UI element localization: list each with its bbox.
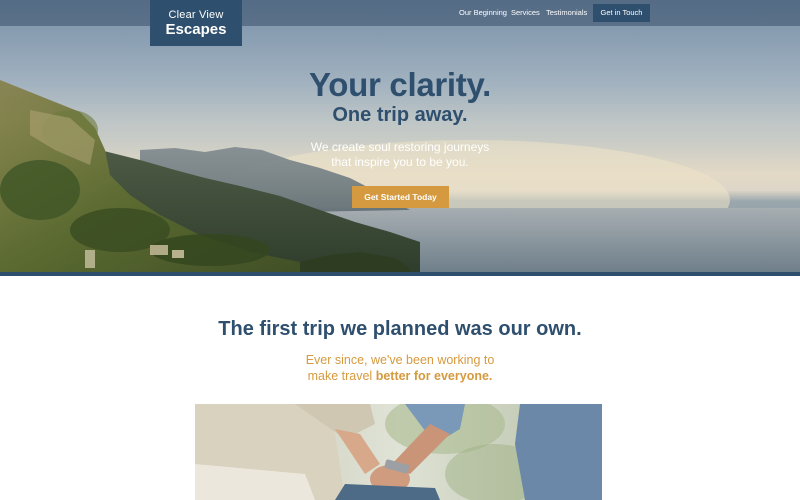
about-subtitle-line2-bold: better for everyone. xyxy=(375,369,493,383)
hero-tagline: We create soul restoring journeys that i… xyxy=(300,140,500,170)
hero-tagline-line2: that inspire you to be you. xyxy=(331,155,469,169)
nav-link-testimonials[interactable]: Testimonials xyxy=(546,8,587,17)
hero-tagline-line1: We create soul restoring journeys xyxy=(310,140,490,154)
nav-link-services[interactable]: Services xyxy=(511,8,540,17)
brand-logo[interactable]: Clear View Escapes xyxy=(150,0,242,46)
nav-link-our-beginning[interactable]: Our Beginning xyxy=(459,8,507,17)
hero-section: Clear View Escapes Our Beginning Service… xyxy=(0,0,800,272)
get-started-button[interactable]: Get Started Today xyxy=(352,186,449,208)
couple-photo-illustration xyxy=(195,404,602,500)
brand-logo-line1: Clear View xyxy=(168,9,224,21)
top-navigation-bar xyxy=(0,0,800,26)
brand-logo-line2: Escapes xyxy=(165,21,227,38)
hero-overlay xyxy=(0,0,800,272)
hero-headline: Your clarity. xyxy=(309,66,491,103)
hero-subheadline: One trip away. xyxy=(332,104,468,126)
about-title: The first trip we planned was our own. xyxy=(0,318,800,341)
get-in-touch-button[interactable]: Get in Touch xyxy=(593,4,650,22)
about-title-plain: The first trip we planned xyxy=(218,318,455,340)
couple-holding-hands-photo xyxy=(195,404,602,500)
about-subtitle-line2-plain: make travel xyxy=(307,369,376,383)
about-subtitle: Ever since, we've been working to make t… xyxy=(0,352,800,384)
about-subtitle-line1: Ever since, we've been working to xyxy=(305,353,495,367)
hero-bottom-divider xyxy=(0,272,800,276)
about-title-bold: was our own. xyxy=(455,318,582,340)
